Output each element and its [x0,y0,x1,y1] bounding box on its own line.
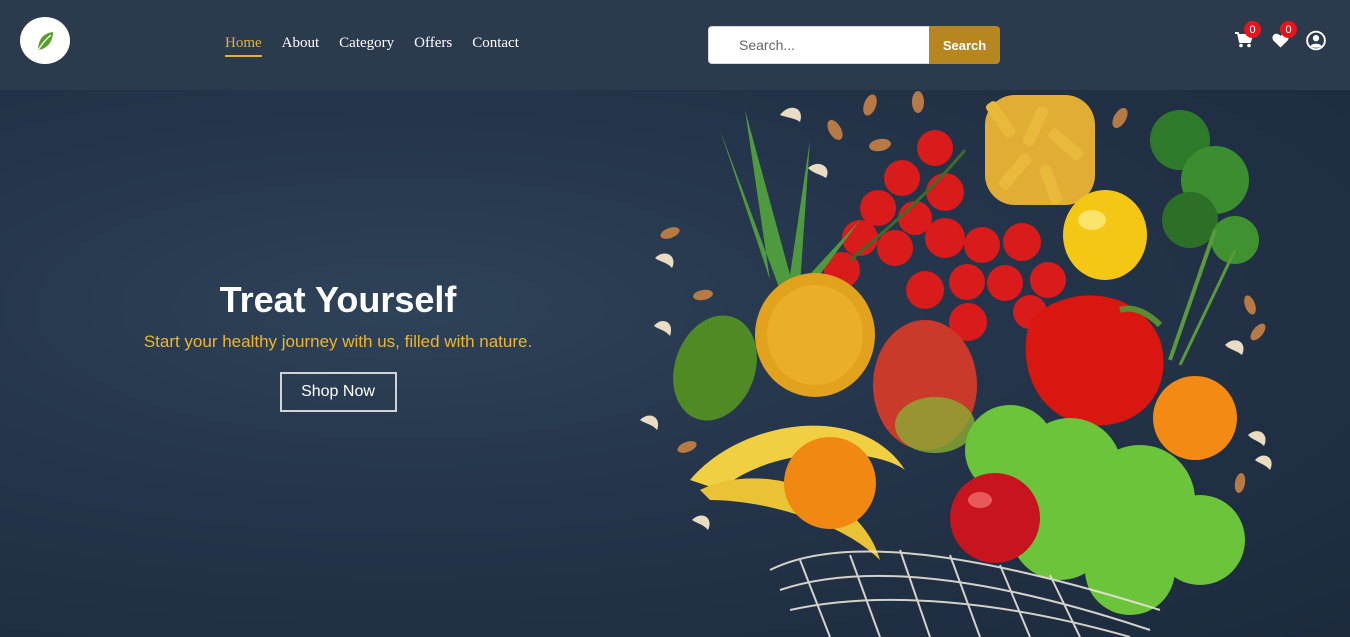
nav-link-category[interactable]: Category [339,35,394,57]
wishlist-button[interactable]: 0 [1270,21,1297,50]
cart-button[interactable]: 0 [1234,21,1261,50]
red-apple [950,473,1040,563]
hero-banner: Treat Yourself Start your healthy journe… [0,90,1350,637]
orange-left [784,437,876,529]
account-button[interactable] [1306,30,1326,50]
search-button[interactable]: Search [929,26,1000,64]
hero-title: Treat Yourself [219,279,457,320]
nav-link-contact[interactable]: Contact [472,35,519,57]
logo[interactable] [20,17,70,64]
main-nav: Home About Category Offers Contact [225,35,519,57]
nav-link-about[interactable]: About [282,35,320,57]
lemon [1063,190,1147,280]
parsley-bunch [1150,110,1259,366]
navbar: Home About Category Offers Contact Searc… [0,0,1350,90]
hero-content: Treat Yourself Start your healthy journe… [118,280,558,412]
pasta-pile [985,95,1095,205]
nav-link-home[interactable]: Home [225,35,262,57]
nav-icons: 0 0 [1234,21,1326,50]
orange-right [1153,376,1237,460]
leaf-icon [37,31,53,50]
user-circle-icon [1306,30,1326,50]
hero-subtitle: Start your healthy journey with us, fill… [143,332,533,351]
search-bar: Search [708,26,1000,64]
cart-count-badge: 0 [1244,21,1261,38]
nav-link-offers[interactable]: Offers [414,35,452,57]
search-input[interactable] [708,26,929,64]
avocado [673,315,757,421]
shop-now-button[interactable]: Shop Now [279,372,397,412]
wishlist-count-badge: 0 [1280,21,1297,38]
